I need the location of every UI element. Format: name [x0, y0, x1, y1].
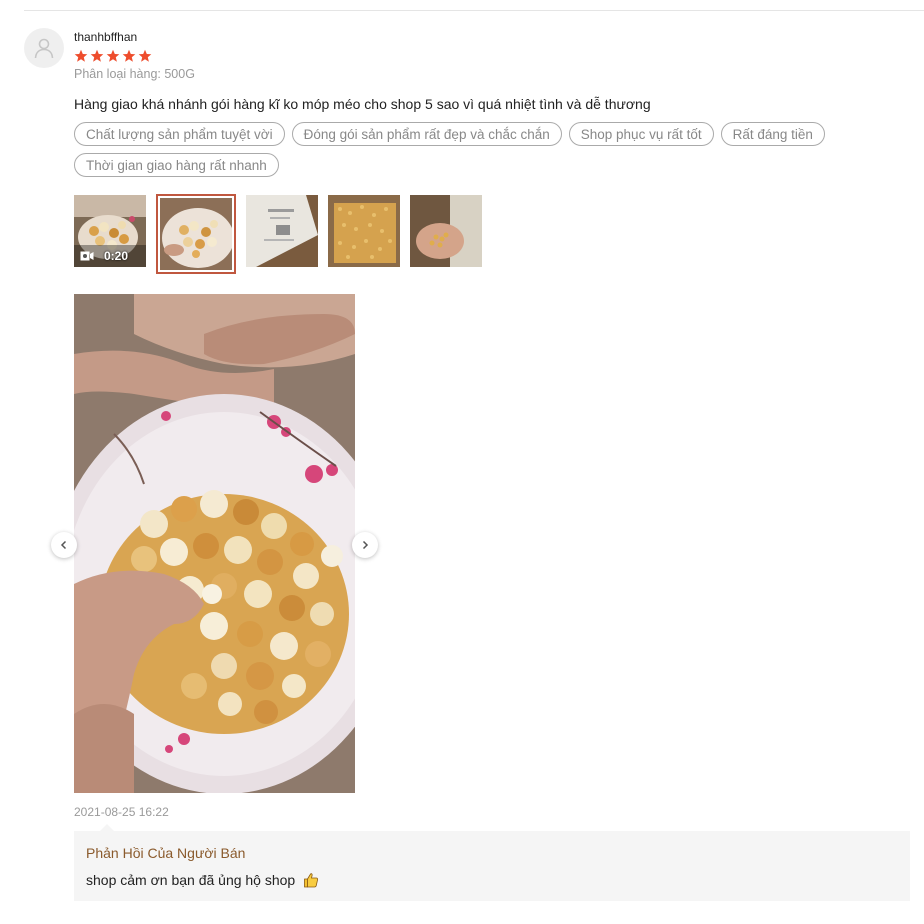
- chevron-right-icon: [362, 540, 369, 550]
- review-comment: Hàng giao khá nhánh gói hàng kĩ ko móp m…: [74, 96, 651, 112]
- photo-thumbnail[interactable]: [246, 195, 318, 267]
- star-icon: [90, 49, 104, 62]
- username[interactable]: thanhbffhan: [74, 30, 924, 44]
- star-icon: [122, 49, 136, 62]
- star-icon: [74, 49, 88, 62]
- photo-thumbnail[interactable]: [328, 195, 400, 267]
- review-timestamp: 2021-08-25 16:22: [74, 805, 169, 819]
- review-tag[interactable]: Rất đáng tiền: [720, 122, 825, 146]
- reply-caret: [100, 824, 114, 831]
- star-icon: [106, 49, 120, 62]
- star-icon: [138, 49, 152, 62]
- video-badge: 0:20: [80, 249, 128, 263]
- top-divider: [24, 10, 924, 11]
- photo-thumbnail-selected[interactable]: [156, 194, 236, 274]
- video-duration: 0:20: [104, 249, 129, 263]
- photo-thumbnail[interactable]: [410, 195, 482, 267]
- user-icon: [34, 38, 54, 59]
- seller-reply-text: shop cảm ơn bạn đã ủng hộ shop: [86, 872, 296, 888]
- chevron-left-icon: [60, 540, 67, 550]
- previous-image-button[interactable]: [51, 532, 77, 558]
- thumbs-up-icon: [304, 873, 319, 888]
- review-tag[interactable]: Shop phục vụ rất tốt: [568, 122, 714, 146]
- seller-reply-title: Phản Hồi Của Người Bán: [86, 845, 246, 861]
- product-variant: Phân loại hàng: 500G: [74, 67, 195, 81]
- video-camera-icon: [80, 251, 94, 261]
- media-thumbnails: 0:20: [74, 194, 924, 274]
- seller-reply-text-row: shop cảm ơn bạn đã ủng hộ shop: [86, 872, 319, 888]
- avatar[interactable]: [24, 28, 64, 68]
- popcorn-bowl-photo: [74, 294, 355, 793]
- kernels-in-hand-image: [410, 195, 482, 267]
- video-thumbnail[interactable]: 0:20: [74, 195, 146, 267]
- corn-kernels-box-image: [328, 195, 400, 267]
- review-tags: Chất lượng sản phẩm tuyệt vời Đóng gói s…: [74, 122, 874, 177]
- seller-reply: Phản Hồi Của Người Bán shop cảm ơn bạn đ…: [74, 824, 910, 901]
- next-image-button[interactable]: [352, 532, 378, 558]
- enlarged-photo[interactable]: [74, 294, 355, 793]
- rating-stars: [74, 49, 924, 63]
- review-content: thanhbffhan Phân loại hàng: 500G Hàng gi…: [74, 28, 924, 274]
- package-box-image: [246, 195, 318, 267]
- review-tag[interactable]: Đóng gói sản phẩm rất đẹp và chắc chắn: [291, 122, 562, 146]
- review-tag[interactable]: Chất lượng sản phẩm tuyệt vời: [74, 122, 285, 146]
- popcorn-bowl-image: [160, 198, 234, 270]
- review-tag[interactable]: Thời gian giao hàng rất nhanh: [74, 153, 279, 177]
